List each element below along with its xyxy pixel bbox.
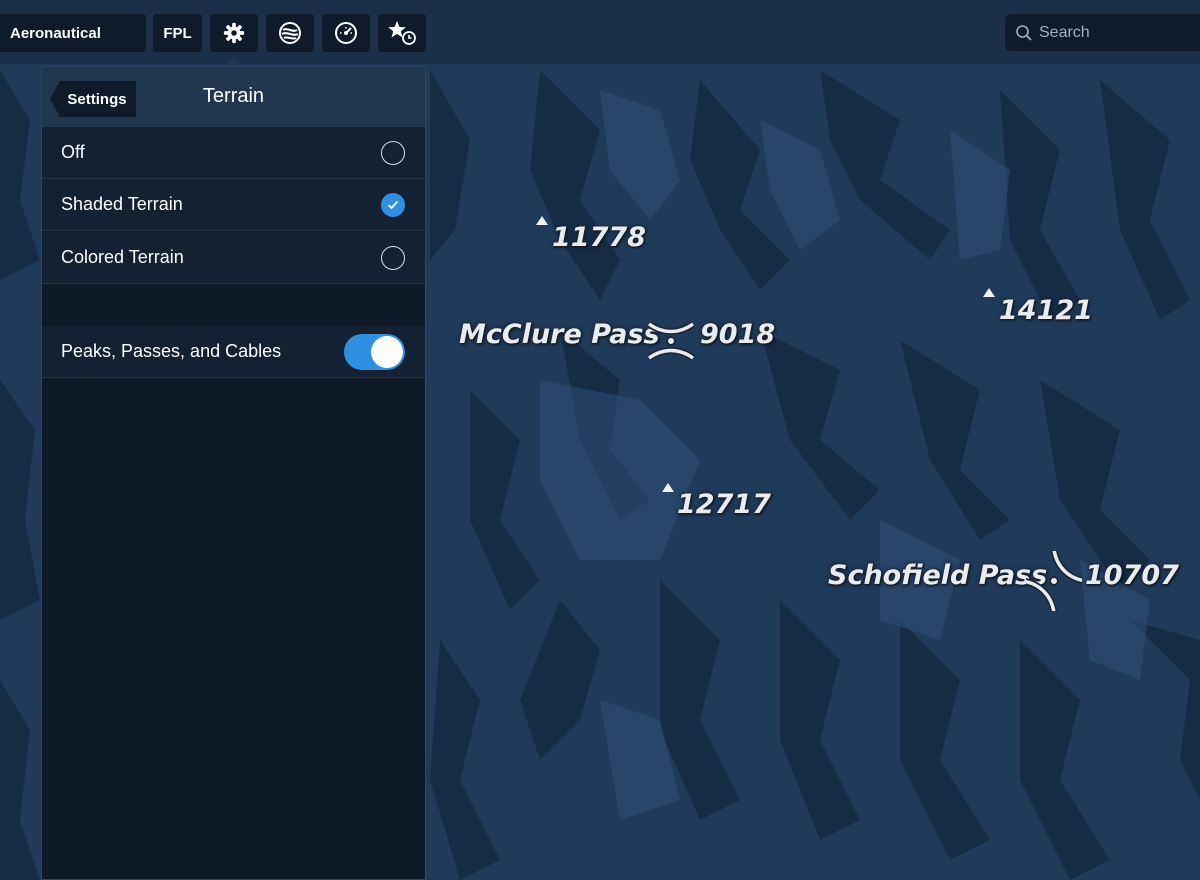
option-label: Off bbox=[61, 142, 85, 162]
terrain-settings-panel: Settings Terrain Off Shaded Terrain Colo… bbox=[41, 66, 426, 880]
terrain-option-shaded[interactable]: Shaded Terrain bbox=[42, 179, 425, 231]
search-box[interactable] bbox=[1005, 14, 1200, 51]
peak-elevation-label[interactable]: 11778 bbox=[552, 222, 646, 253]
flight-plan-button[interactable]: FPL bbox=[153, 14, 202, 52]
peak-elevation-label[interactable]: 12717 bbox=[677, 489, 771, 520]
star-clock-icon bbox=[388, 21, 416, 45]
peaks-passes-toggle[interactable] bbox=[344, 333, 405, 370]
checkmark-icon bbox=[387, 200, 399, 209]
option-label: Shaded Terrain bbox=[61, 194, 183, 214]
radio-button[interactable] bbox=[381, 140, 405, 165]
popover-caret bbox=[226, 56, 242, 66]
terrain-option-off[interactable]: Off bbox=[42, 127, 425, 179]
aeronautical-map-button[interactable]: Aeronautical bbox=[0, 14, 146, 52]
favorites-recents-button[interactable] bbox=[378, 14, 426, 52]
layers-icon bbox=[279, 22, 301, 44]
top-toolbar: Aeronautical FPL bbox=[0, 0, 1200, 64]
pass-name-label[interactable]: McClure Pass bbox=[459, 319, 660, 350]
pass-elevation-label[interactable]: 10707 bbox=[1085, 560, 1179, 591]
layers-button[interactable] bbox=[266, 14, 314, 52]
section-divider bbox=[42, 286, 425, 326]
peak-icon bbox=[662, 483, 674, 492]
peak-icon bbox=[983, 288, 995, 297]
gear-icon bbox=[223, 22, 245, 44]
pass-name-label[interactable]: Schofield Pass bbox=[828, 560, 1047, 591]
pass-elevation-label[interactable]: 9018 bbox=[700, 319, 775, 350]
mountain-pass-icon bbox=[646, 321, 696, 361]
gauge-icon bbox=[335, 22, 357, 44]
terrain-option-colored[interactable]: Colored Terrain bbox=[42, 232, 425, 284]
panel-title: Terrain bbox=[202, 85, 265, 107]
settings-button[interactable] bbox=[210, 14, 258, 52]
search-input[interactable] bbox=[1037, 22, 1200, 43]
toggle-knob bbox=[371, 335, 403, 368]
peak-elevation-label[interactable]: 14121 bbox=[999, 295, 1093, 326]
radio-button-checked[interactable] bbox=[381, 192, 405, 217]
panel-header: Settings Terrain bbox=[42, 67, 425, 127]
peaks-passes-cables-row[interactable]: Peaks, Passes, and Cables bbox=[42, 326, 425, 378]
search-icon bbox=[1016, 24, 1032, 41]
radio-button[interactable] bbox=[381, 245, 405, 270]
peak-icon bbox=[536, 216, 548, 225]
toggle-label: Peaks, Passes, and Cables bbox=[61, 341, 282, 361]
instruments-button[interactable] bbox=[322, 14, 370, 52]
option-label: Colored Terrain bbox=[61, 247, 184, 267]
mountain-pass-icon bbox=[1026, 551, 1082, 611]
